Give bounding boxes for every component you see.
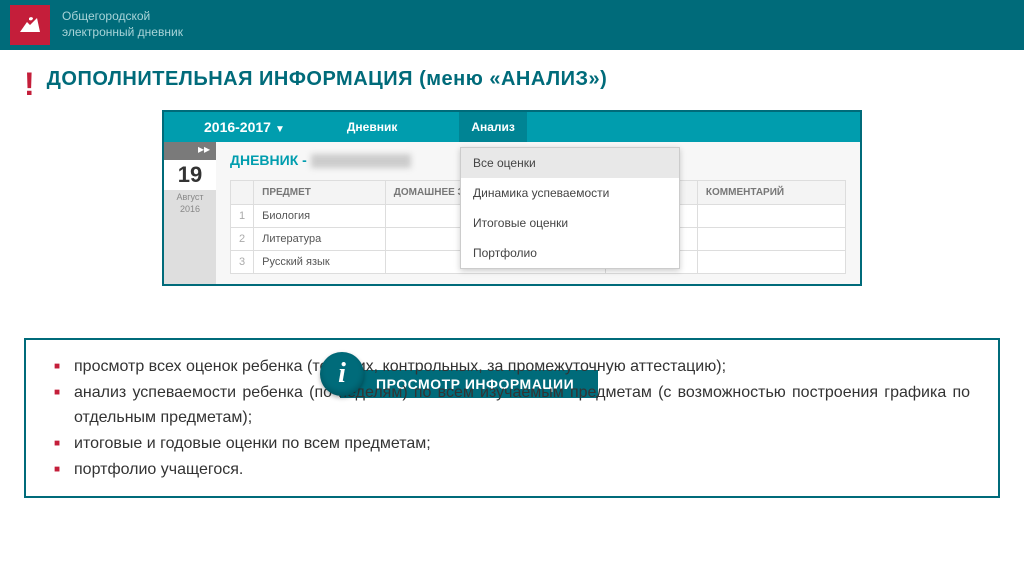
date-day: 19 [164, 160, 216, 190]
chevron-down-icon: ▼ [275, 124, 285, 135]
page-title: ДОПОЛНИТЕЛЬНАЯ ИНФОРМАЦИЯ (меню «АНАЛИЗ»… [47, 68, 608, 91]
info-item: анализ успеваемости ребенка (по неделям)… [54, 380, 970, 431]
app-header: Общегородской электронный дневник [0, 0, 1024, 50]
date-arrows[interactable]: ▸▸ [164, 142, 216, 160]
app-topbar: 2016-2017▼ Дневник Анализ [164, 112, 860, 142]
dd-final-grades[interactable]: Итоговые оценки [461, 208, 679, 238]
col-comment: КОММЕНТАРИЙ [697, 181, 845, 205]
logo [10, 5, 50, 45]
exclaim-icon: ! [24, 68, 35, 100]
info-item: просмотр всех оценок ребенка (текущих, к… [54, 354, 970, 380]
analysis-dropdown: Все оценки Динамика успеваемости Итоговы… [460, 147, 680, 269]
date-column: ▸▸ 19 Август 2016 [164, 142, 216, 284]
info-item: портфолио учащегося. [54, 457, 970, 483]
tab-diary[interactable]: Дневник [335, 112, 409, 142]
blurred-name [311, 154, 411, 168]
tab-analysis[interactable]: Анализ [459, 112, 527, 142]
date-month: Август [164, 190, 216, 204]
info-panel: просмотр всех оценок ребенка (текущих, к… [24, 338, 1000, 498]
dd-dynamics[interactable]: Динамика успеваемости [461, 178, 679, 208]
col-subject: ПРЕДМЕТ [254, 181, 386, 205]
page-title-row: ! ДОПОЛНИТЕЛЬНАЯ ИНФОРМАЦИЯ (меню «АНАЛИ… [0, 50, 1024, 110]
dd-all-grades[interactable]: Все оценки [461, 148, 679, 178]
year-selector[interactable]: 2016-2017▼ [204, 119, 285, 135]
date-year: 2016 [164, 204, 216, 214]
info-icon: i [320, 352, 364, 396]
info-item: итоговые и годовые оценки по всем предме… [54, 431, 970, 457]
app-screenshot: 2016-2017▼ Дневник Анализ Все оценки Дин… [162, 110, 862, 286]
header-title: Общегородской электронный дневник [62, 9, 183, 40]
dd-portfolio[interactable]: Портфолио [461, 238, 679, 268]
